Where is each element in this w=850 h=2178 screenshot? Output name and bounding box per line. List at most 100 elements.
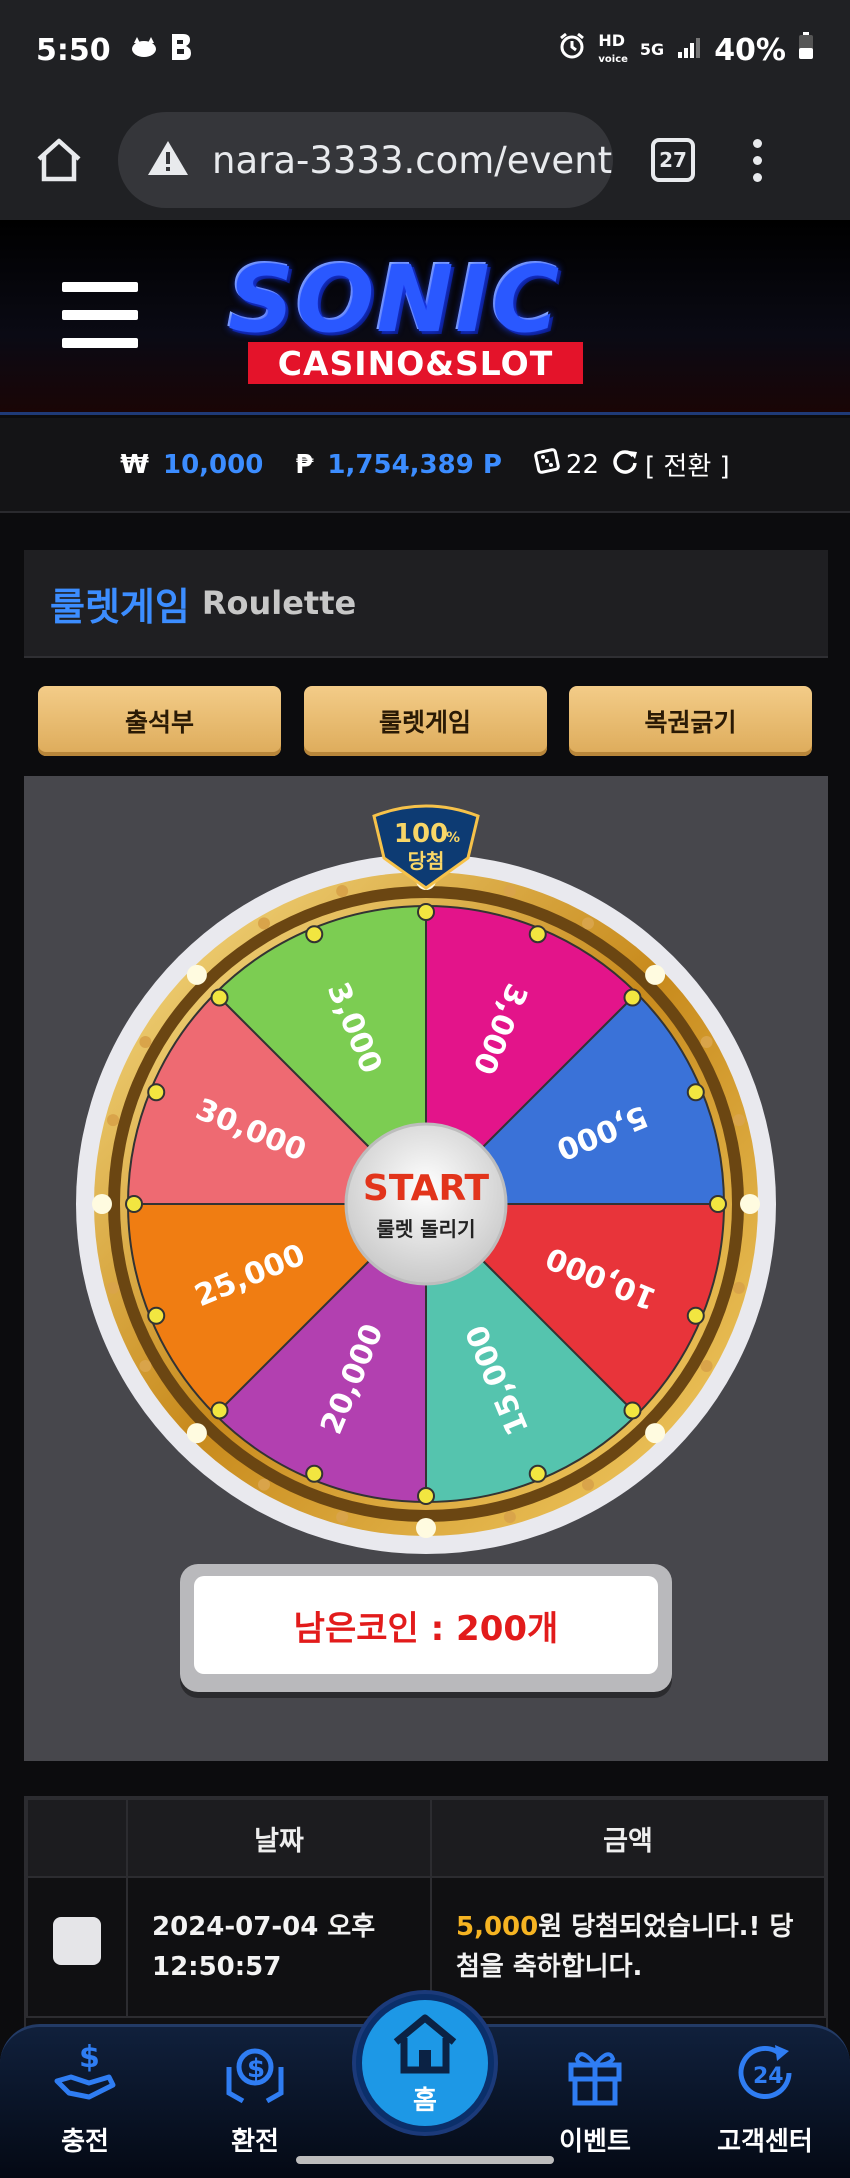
menu-dot [753, 138, 762, 148]
cash-balance: 10,000 [162, 449, 264, 480]
battery-icon [798, 32, 814, 68]
wheel-peg [147, 1083, 166, 1102]
hamburger-menu-button[interactable] [62, 282, 138, 348]
gesture-bar [296, 2156, 554, 2164]
url-bar[interactable]: nara-3333.com/event_ [118, 112, 613, 208]
tab-attendance[interactable]: 출석부 [38, 686, 281, 756]
browser-toolbar: nara-3333.com/event_ 27 [0, 100, 850, 220]
row-select-cell [26, 1876, 128, 2018]
wheel-peg [528, 925, 547, 944]
row-amount-cell: 5,000원 당첨되었습니다.! 당첨을 축하합니다. [430, 1876, 826, 2018]
rim-light [700, 1360, 713, 1372]
convert-button[interactable]: [ 전환 ] [645, 446, 730, 483]
rim-light [503, 1510, 516, 1523]
nav-deposit[interactable]: $ 충전 [10, 2027, 160, 2178]
tab-scratch-lottery[interactable]: 복권긁기 [569, 686, 812, 756]
wheel-peg [686, 1306, 705, 1325]
spin-label[interactable]: 룰렛 돌리기 [377, 1217, 476, 1241]
browser-home-button[interactable] [0, 100, 118, 220]
network-label: 5G [639, 40, 665, 59]
history-header-select [26, 1798, 128, 1878]
tab-count: 27 [659, 148, 687, 172]
rim-light [258, 1478, 270, 1491]
refresh-icon[interactable] [611, 447, 639, 482]
svg-text:24: 24 [753, 2064, 784, 2089]
hd-voice-indicator: HD voice [598, 32, 628, 68]
badge-percent-sign: % [446, 830, 460, 846]
rim-light [336, 885, 349, 898]
wheel-peg [623, 1401, 642, 1420]
badge-win-label: 당첨 [408, 849, 445, 873]
nav-home-label: 홈 [413, 2086, 437, 2116]
signal-icon [676, 33, 702, 68]
start-label[interactable]: START [363, 1168, 490, 1209]
section-title: 룰렛게임 Roulette [24, 550, 828, 658]
hamburger-line [62, 338, 138, 348]
alarm-icon [558, 32, 586, 68]
url-text: nara-3333.com/event_ [212, 138, 613, 182]
rim-light [107, 1281, 120, 1294]
rim-light [139, 1360, 152, 1372]
support-24-icon: 24 [738, 2045, 792, 2099]
rim-light [582, 1478, 594, 1491]
menu-dot [753, 155, 762, 165]
hamburger-line [62, 310, 138, 320]
rim-light [186, 964, 207, 985]
nav-home[interactable]: 홈 [356, 1994, 494, 2132]
site-header: SONIC CASINO&SLOT [0, 220, 850, 415]
logo-subtitle: CASINO&SLOT [248, 342, 583, 384]
rim-light [336, 1510, 349, 1523]
wheel-peg [528, 1464, 547, 1483]
gift-icon [568, 2052, 622, 2106]
remaining-coins: 남은코인 : 200개 [194, 1576, 658, 1674]
point-balance: 1,754,389 P [327, 449, 502, 480]
rim-light [582, 917, 594, 930]
history-header-date: 날짜 [126, 1798, 432, 1878]
ticket-count: 22 [565, 449, 600, 480]
status-time: 5:50 [36, 32, 111, 68]
wheel-peg [709, 1195, 727, 1213]
history-header-row: 날짜 금액 [26, 1798, 826, 1878]
not-secure-warning-icon[interactable] [146, 139, 190, 181]
cat-icon [129, 35, 159, 66]
wheel-peg [686, 1083, 705, 1102]
rim-light [107, 1114, 120, 1127]
point-symbol: ₱ [295, 449, 314, 480]
svg-text:$: $ [247, 2054, 265, 2084]
roulette-panel: 3,000 5,000 10,000 15,000 20,000 25,000 30,000… [24, 776, 828, 1761]
wheel-peg [417, 903, 435, 921]
wheel-peg [210, 988, 229, 1007]
browser-menu-button[interactable] [753, 138, 762, 182]
history-header-amount: 금액 [430, 1798, 826, 1878]
row-checkbox[interactable] [53, 1917, 101, 1965]
rim-light [258, 917, 270, 930]
wheel-peg [305, 925, 324, 944]
site-logo[interactable]: SONIC CASINO&SLOT [228, 250, 620, 390]
svg-text:$: $ [79, 2040, 100, 2075]
rim-light [732, 1114, 745, 1127]
nav-support[interactable]: 24 고객센터 [690, 2027, 840, 2178]
wheel-peg [125, 1195, 143, 1213]
wheel-peg [147, 1306, 166, 1325]
rim-light [139, 1036, 152, 1048]
nav-support-label: 고객센터 [717, 2127, 813, 2157]
nav-event-label: 이벤트 [559, 2127, 631, 2157]
rim-light [732, 1281, 745, 1294]
roulette-wheel-graphic: 3,0005,00010,00015,00020,00025,00030,000… [76, 804, 776, 1554]
page: 5:50 HD voice 5G 40% nara-3333.com/event… [0, 0, 850, 2178]
rim-light [645, 964, 666, 985]
nav-deposit-label: 충전 [61, 2127, 109, 2157]
tab-switcher-button[interactable]: 27 [651, 138, 695, 182]
section-title-en: Roulette [201, 584, 357, 622]
roulette-wheel[interactable]: 3,000 5,000 10,000 15,000 20,000 25,000 30,000… [54, 796, 798, 1556]
rim-light [92, 1194, 112, 1214]
history-table: 날짜 금액 2024-07-04 오후 12:50:57 5,000원 당첨되었… [26, 1798, 826, 2018]
remaining-coins-box: 남은코인 : 200개 [180, 1564, 672, 1692]
tab-roulette[interactable]: 룰렛게임 [303, 686, 547, 756]
home-icon [393, 2014, 457, 2074]
b-app-icon [169, 32, 193, 69]
wheel-peg [623, 988, 642, 1007]
section-title-ko: 룰렛게임 [50, 584, 190, 629]
hamburger-line [62, 282, 138, 292]
wheel-peg [305, 1464, 324, 1483]
